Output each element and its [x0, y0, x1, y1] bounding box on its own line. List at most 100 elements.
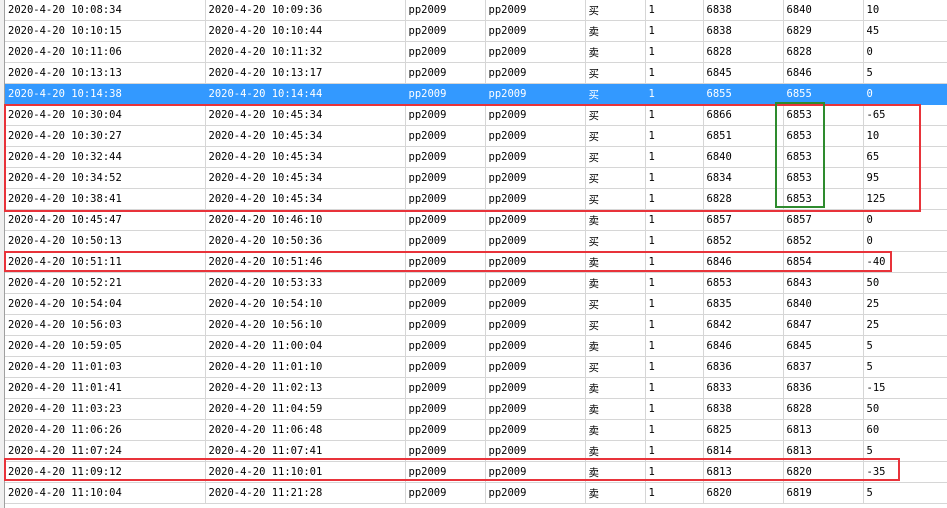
- cell-contract-alt: pp2009: [485, 440, 586, 462]
- cell-close-price: 6857: [783, 209, 864, 231]
- cell-close-price: 6846: [783, 62, 864, 84]
- cell-direction: 买: [585, 230, 646, 252]
- cell-contract-alt: pp2009: [485, 41, 586, 63]
- cell-direction: 卖: [585, 251, 646, 273]
- cell-quantity: 1: [645, 167, 704, 189]
- cell-direction: 卖: [585, 20, 646, 42]
- table-row[interactable]: 2020-4-20 10:14:38 2020-4-20 10:14:44 pp20…: [5, 83, 947, 105]
- cell-close-price: 6845: [783, 335, 864, 357]
- table-row[interactable]: 2020-4-20 10:45:47 2020-4-20 10:46:10 pp20…: [5, 209, 947, 231]
- cell-close-time: 2020-4-20 10:53:33: [205, 272, 406, 294]
- cell-profit: 5: [863, 440, 947, 462]
- cell-open-price: 6838: [703, 398, 784, 420]
- cell-quantity: 1: [645, 251, 704, 273]
- table-row[interactable]: 2020-4-20 11:01:03 2020-4-20 11:01:10 pp20…: [5, 356, 947, 378]
- cell-profit: 5: [863, 62, 947, 84]
- table-row[interactable]: 2020-4-20 10:56:03 2020-4-20 10:56:10 pp20…: [5, 314, 947, 336]
- table-row[interactable]: 2020-4-20 11:10:04 2020-4-20 11:21:28 pp20…: [5, 482, 947, 504]
- cell-quantity: 1: [645, 188, 704, 210]
- cell-contract-alt: pp2009: [485, 83, 586, 105]
- cell-close-price: 6847: [783, 314, 864, 336]
- cell-quantity: 1: [645, 230, 704, 252]
- cell-open-time: 2020-4-20 10:32:44: [5, 146, 206, 168]
- cell-close-price: 6836: [783, 377, 864, 399]
- table-row[interactable]: 2020-4-20 10:51:11 2020-4-20 10:51:46 pp20…: [5, 251, 947, 273]
- table-row[interactable]: 2020-4-20 10:59:05 2020-4-20 11:00:04 pp20…: [5, 335, 947, 357]
- cell-open-time: 2020-4-20 11:01:03: [5, 356, 206, 378]
- table-row[interactable]: 2020-4-20 10:30:27 2020-4-20 10:45:34 pp20…: [5, 125, 947, 147]
- cell-quantity: 1: [645, 482, 704, 504]
- cell-contract-alt: pp2009: [485, 377, 586, 399]
- table-row[interactable]: 2020-4-20 10:34:52 2020-4-20 10:45:34 pp20…: [5, 167, 947, 189]
- table-row[interactable]: 2020-4-20 11:06:26 2020-4-20 11:06:48 pp20…: [5, 419, 947, 441]
- cell-quantity: 1: [645, 419, 704, 441]
- table-row[interactable]: 2020-4-20 10:32:44 2020-4-20 10:45:34 pp20…: [5, 146, 947, 168]
- table-row[interactable]: 2020-4-20 10:50:13 2020-4-20 10:50:36 pp20…: [5, 230, 947, 252]
- cell-open-price: 6828: [703, 188, 784, 210]
- cell-contract-alt: pp2009: [485, 356, 586, 378]
- table-row[interactable]: 2020-4-20 10:11:06 2020-4-20 10:11:32 pp20…: [5, 41, 947, 63]
- cell-profit: 0: [863, 230, 947, 252]
- cell-open-price: 6833: [703, 377, 784, 399]
- cell-contract: pp2009: [405, 20, 486, 42]
- cell-quantity: 1: [645, 125, 704, 147]
- cell-profit: 5: [863, 335, 947, 357]
- cell-close-price: 6854: [783, 251, 864, 273]
- cell-contract: pp2009: [405, 398, 486, 420]
- cell-close-time: 2020-4-20 10:46:10: [205, 209, 406, 231]
- cell-open-time: 2020-4-20 10:11:06: [5, 41, 206, 63]
- table-row[interactable]: 2020-4-20 10:52:21 2020-4-20 10:53:33 pp20…: [5, 272, 947, 294]
- cell-close-price: 6840: [783, 0, 864, 21]
- cell-close-time: 2020-4-20 11:00:04: [205, 335, 406, 357]
- table-row[interactable]: 2020-4-20 11:03:23 2020-4-20 11:04:59 pp20…: [5, 398, 947, 420]
- cell-contract-alt: pp2009: [485, 335, 586, 357]
- cell-open-price: 6835: [703, 293, 784, 315]
- cell-close-price: 6829: [783, 20, 864, 42]
- cell-direction: 买: [585, 62, 646, 84]
- cell-contract: pp2009: [405, 335, 486, 357]
- cell-profit: 5: [863, 482, 947, 504]
- cell-open-price: 6838: [703, 0, 784, 21]
- cell-open-price: 6836: [703, 356, 784, 378]
- cell-direction: 买: [585, 167, 646, 189]
- cell-quantity: 1: [645, 209, 704, 231]
- cell-contract: pp2009: [405, 272, 486, 294]
- cell-contract: pp2009: [405, 0, 486, 21]
- cell-close-price: 6837: [783, 356, 864, 378]
- cell-contract: pp2009: [405, 419, 486, 441]
- table-row[interactable]: 2020-4-20 10:30:04 2020-4-20 10:45:34 pp20…: [5, 104, 947, 126]
- cell-open-price: 6857: [703, 209, 784, 231]
- table-row[interactable]: 2020-4-20 11:09:12 2020-4-20 11:10:01 pp20…: [5, 461, 947, 483]
- cell-open-time: 2020-4-20 10:10:15: [5, 20, 206, 42]
- table-row[interactable]: 2020-4-20 11:07:24 2020-4-20 11:07:41 pp20…: [5, 440, 947, 462]
- cell-direction: 卖: [585, 398, 646, 420]
- cell-contract-alt: pp2009: [485, 188, 586, 210]
- cell-close-time: 2020-4-20 10:13:17: [205, 62, 406, 84]
- cell-contract-alt: pp2009: [485, 398, 586, 420]
- cell-close-price: 6843: [783, 272, 864, 294]
- cell-profit: 10: [863, 125, 947, 147]
- cell-profit: 10: [863, 0, 947, 21]
- cell-close-time: 2020-4-20 10:14:44: [205, 83, 406, 105]
- cell-close-time: 2020-4-20 10:11:32: [205, 41, 406, 63]
- cell-profit: 60: [863, 419, 947, 441]
- cell-profit: 25: [863, 293, 947, 315]
- cell-close-time: 2020-4-20 10:09:36: [205, 0, 406, 21]
- cell-quantity: 1: [645, 41, 704, 63]
- cell-contract: pp2009: [405, 146, 486, 168]
- cell-open-time: 2020-4-20 10:52:21: [5, 272, 206, 294]
- table-row[interactable]: 2020-4-20 10:10:15 2020-4-20 10:10:44 pp20…: [5, 20, 947, 42]
- cell-profit: 125: [863, 188, 947, 210]
- table-row[interactable]: 2020-4-20 11:01:41 2020-4-20 11:02:13 pp20…: [5, 377, 947, 399]
- table-row[interactable]: 2020-4-20 10:54:04 2020-4-20 10:54:10 pp20…: [5, 293, 947, 315]
- table-row[interactable]: 2020-4-20 10:38:41 2020-4-20 10:45:34 pp20…: [5, 188, 947, 210]
- cell-direction: 卖: [585, 377, 646, 399]
- cell-quantity: 1: [645, 83, 704, 105]
- table-row[interactable]: 2020-4-20 10:08:34 2020-4-20 10:09:36 pp20…: [5, 0, 947, 21]
- table-row[interactable]: 2020-4-20 10:13:13 2020-4-20 10:13:17 pp20…: [5, 62, 947, 84]
- cell-contract-alt: pp2009: [485, 461, 586, 483]
- cell-open-time: 2020-4-20 10:13:13: [5, 62, 206, 84]
- cell-open-time: 2020-4-20 10:08:34: [5, 0, 206, 21]
- cell-profit: 50: [863, 272, 947, 294]
- cell-direction: 卖: [585, 461, 646, 483]
